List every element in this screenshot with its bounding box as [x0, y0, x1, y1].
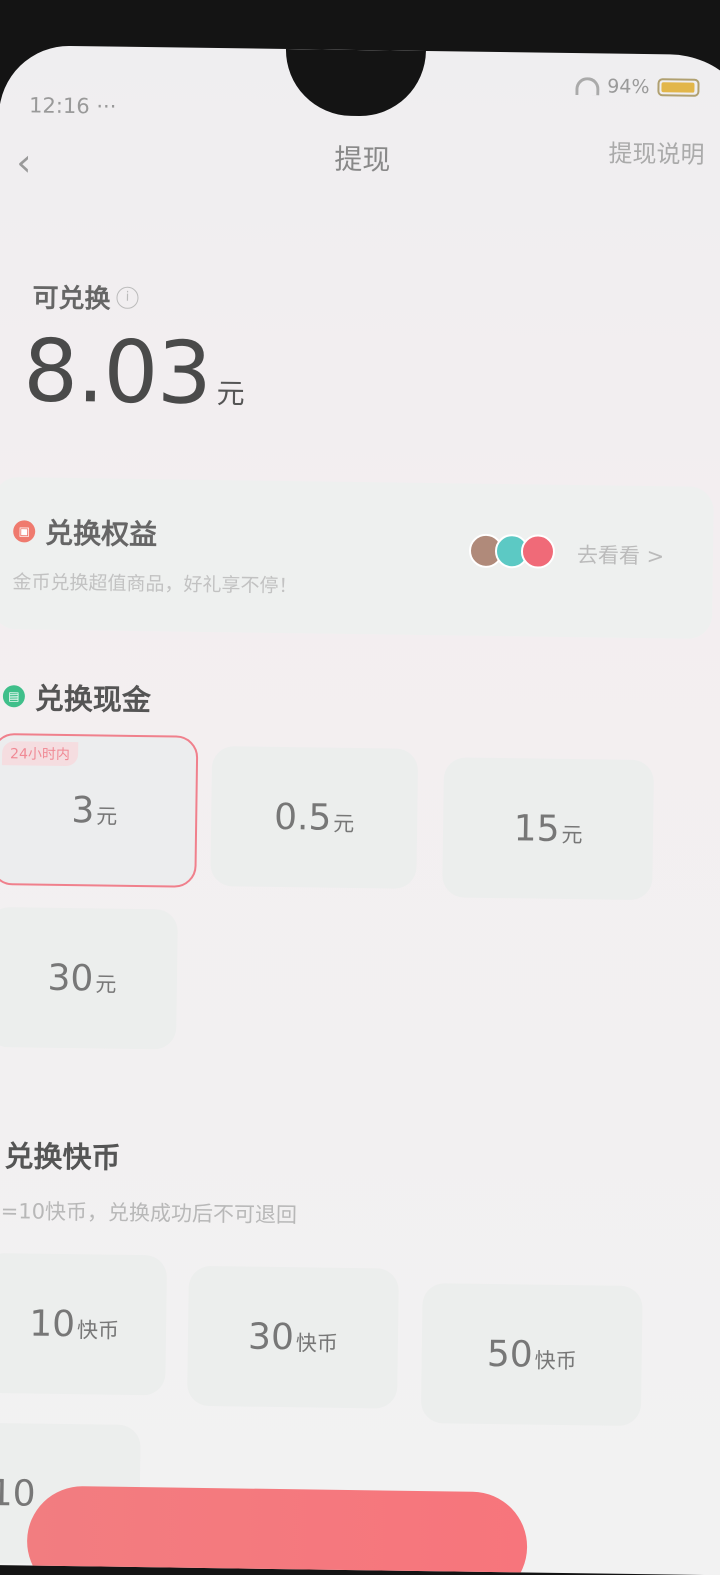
cash-option-0.5[interactable]: 0.5 元: [210, 746, 419, 889]
coin-section-title: ✕ 兑换快币: [0, 1133, 121, 1177]
coin-amount: 10: [28, 1303, 76, 1345]
benefits-title-text: 兑换权益: [44, 516, 158, 552]
coin-subtitle: 元=10快币，兑换成功后不可退回: [0, 1198, 298, 1228]
cash-amount: 3: [71, 789, 95, 831]
cash-option-3[interactable]: 24小时内 3元: [0, 732, 199, 888]
cash-unit: 元: [333, 811, 355, 837]
cash-option-30[interactable]: 30 元: [0, 906, 178, 1050]
coin-option-30[interactable]: 30 快币: [187, 1265, 399, 1409]
benefit-app-icons: [468, 533, 556, 569]
coin-amount: 10: [0, 1472, 36, 1515]
status-time: 12:16 ···: [28, 93, 117, 119]
balance-label: 可兑换 i: [32, 277, 139, 315]
cash-unit: 元: [95, 972, 117, 997]
benefits-card[interactable]: ▣ 兑换权益 金币兑换超值商品，好礼享不停！ 去看看 >: [0, 476, 714, 639]
battery-icon: [657, 78, 700, 97]
coin-unit: 快币: [295, 1331, 338, 1356]
balance-value: 8.03 元: [23, 321, 246, 424]
cash-unit: 元: [561, 822, 583, 848]
back-arrow-icon[interactable]: ‹: [16, 140, 32, 184]
status-icons: 94%: [575, 75, 700, 99]
coin-amount: 50: [486, 1333, 533, 1376]
benefits-go-link[interactable]: 去看看 >: [577, 539, 665, 570]
withdraw-help-link[interactable]: 提现说明: [608, 134, 704, 170]
status-time-text: 12:16: [28, 93, 90, 119]
cash-amount: 15: [513, 807, 560, 850]
coin-option-10[interactable]: 10 快币: [0, 1252, 168, 1396]
balance-label-text: 可兑换: [32, 283, 111, 315]
battery-percent: 94%: [607, 75, 650, 99]
withdraw-now-button[interactable]: [26, 1485, 528, 1575]
benefits-subtitle: 金币兑换超值商品，好礼享不停！: [12, 571, 298, 598]
info-icon[interactable]: i: [116, 286, 139, 309]
cash-section-title: ▤ 兑换现金: [2, 675, 152, 719]
gift-icon: ▣: [13, 520, 36, 543]
coin-title-text: 兑换快币: [4, 1139, 121, 1175]
benefits-title: ▣ 兑换权益: [13, 511, 158, 553]
cash-amount: 30: [47, 957, 94, 999]
app-icon: [520, 534, 556, 569]
coin-amount: 30: [247, 1316, 295, 1358]
coin-unit: 快币: [534, 1348, 577, 1374]
balance-unit: 元: [216, 377, 245, 411]
cash-icon: ▤: [2, 685, 26, 708]
fast-badge: 24小时内: [1, 741, 79, 767]
coin-unit: 快币: [76, 1318, 120, 1343]
cash-unit: 元: [96, 804, 118, 829]
cash-amount: 0.5: [273, 796, 332, 839]
app-screen: 12:16 ··· 94% ‹ 提现 提现说明 可兑换 i 8.03 元 ▣ 兑…: [0, 45, 720, 1575]
cash-option-15[interactable]: 15 元: [442, 757, 655, 901]
wifi-icon: [575, 77, 600, 96]
balance-amount: 8.03: [22, 321, 212, 424]
camera-notch: [285, 48, 426, 117]
coin-option-50[interactable]: 50 快币: [420, 1283, 643, 1427]
page-title: 提现: [334, 142, 391, 177]
cash-title-text: 兑换现金: [34, 681, 152, 718]
